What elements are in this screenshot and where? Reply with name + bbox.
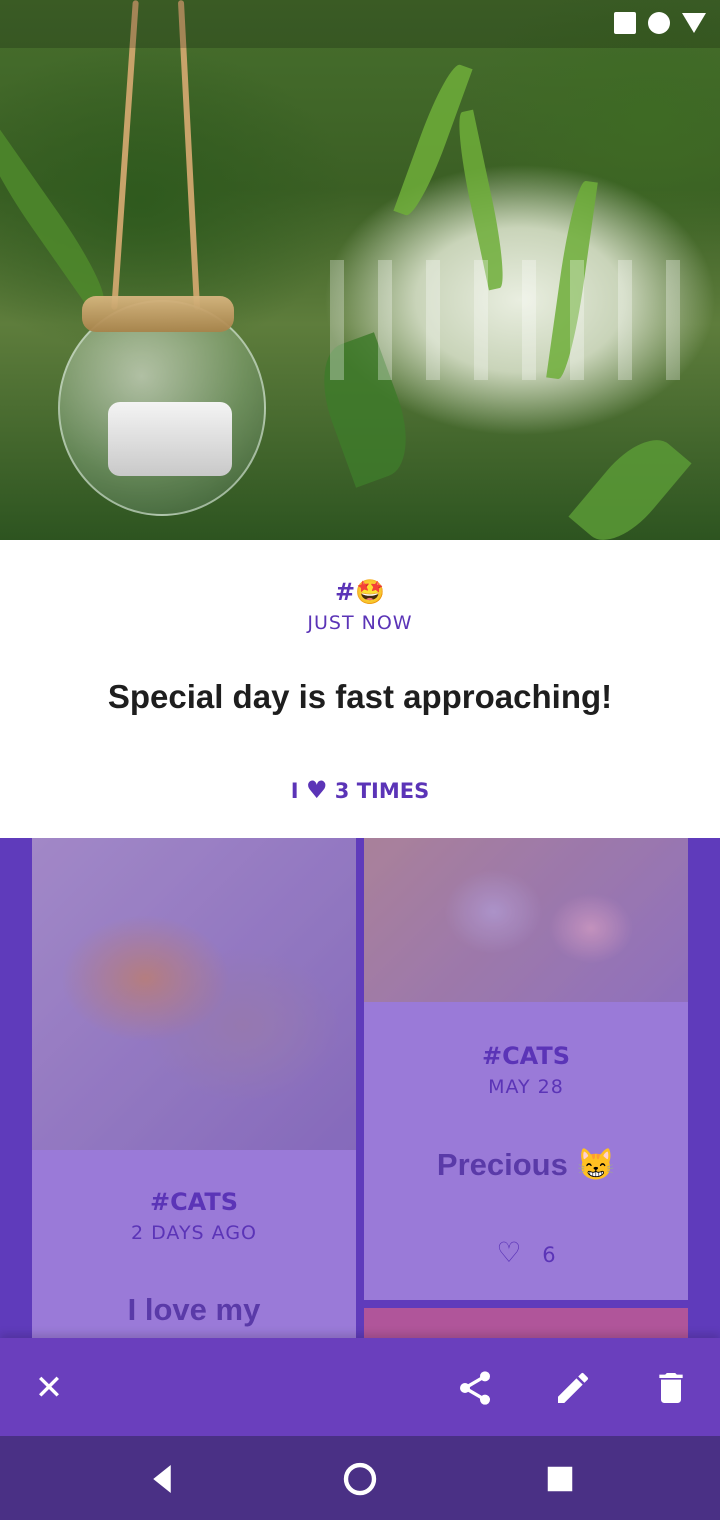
post-time: JUST NOW [307,612,413,634]
grid-post-card[interactable] [364,1308,688,1338]
home-icon[interactable] [339,1458,381,1500]
heart-outline-icon: ♡ [496,1236,522,1269]
leaf-shape [0,129,115,311]
grid-post-card[interactable]: #CATS MAY 28 Precious 😸 ♡ 6 [364,838,688,1300]
grid-post-tag: #CATS [481,1042,571,1070]
post-detail-card: #🤩 JUST NOW Special day is fast approach… [0,540,720,838]
post-title: Special day is fast approaching! [107,678,613,715]
share-icon[interactable] [449,1362,501,1414]
leaf-shape [568,424,692,540]
heart-icon: ♥ [305,776,328,804]
delete-icon[interactable] [645,1362,697,1414]
garden-chairs [330,260,710,380]
grid-post-tag: #CATS [149,1188,239,1216]
triangle-icon [682,13,706,33]
posts-grid: #CATS 2 DAYS AGO I love my #CATS MAY 28 … [0,838,720,1338]
post-tag[interactable]: #🤩 [0,578,720,606]
system-nav-bar [0,1436,720,1520]
recents-icon[interactable] [539,1458,581,1500]
contextual-action-bar: ✕ [0,1338,720,1436]
grid-post-card[interactable]: #CATS 2 DAYS AGO I love my [32,838,356,1338]
grid-post-likes[interactable]: ♡ 6 [364,1236,688,1269]
tealight-candle [108,402,232,476]
edit-icon[interactable] [547,1362,599,1414]
grid-post-time: MAY 28 [488,1076,564,1098]
selection-overlay [32,838,356,1150]
square-icon [614,12,636,34]
grid-post-like-count: 6 [542,1243,556,1267]
grid-post-title: Precious 😸 [436,1147,616,1182]
selection-overlay [364,838,688,1002]
grid-post-time: 2 DAYS AGO [131,1222,257,1244]
like-count[interactable]: I ♥ 3 TIMES [0,776,720,804]
grid-post-title: I love my [127,1292,261,1327]
post-photo [0,0,720,540]
like-prefix: I [290,779,299,803]
status-bar [0,0,720,48]
like-suffix: 3 TIMES [334,779,430,803]
close-icon[interactable]: ✕ [23,1362,75,1414]
jar-twine [82,296,234,332]
back-icon[interactable] [141,1458,183,1500]
circle-icon [648,12,670,34]
